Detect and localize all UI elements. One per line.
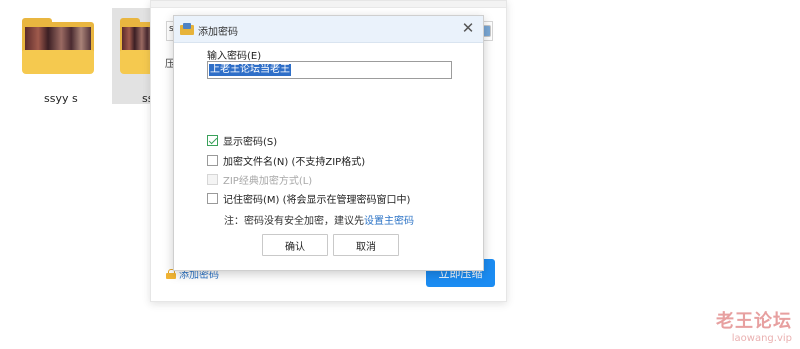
password-value: 上老王论坛当老王 [209, 64, 291, 76]
dialog-title: 添加密码 [198, 27, 238, 38]
checkbox-disabled-icon [207, 174, 218, 185]
show-password-checkbox[interactable]: 显示密码(S) [207, 133, 277, 148]
dialog-title-bar: 添加密码 ✕ [174, 16, 483, 43]
remember-password-checkbox[interactable]: 记住密码(M) (将会显示在管理密码窗口中) [207, 191, 410, 206]
show-password-label: 显示密码(S) [223, 137, 278, 148]
note-text: 注：密码没有安全加密，建议先 [224, 216, 364, 227]
zip-classic-checkbox: ZIP经典加密方式(L) [207, 172, 312, 187]
password-input[interactable]: 上老王论坛当老王 [207, 61, 452, 79]
window-top-bar [151, 1, 506, 8]
checkbox-icon [207, 155, 218, 166]
add-password-dialog: 添加密码 ✕ 输入密码(E) 上老王论坛当老王 显示密码(S) 加密文件名(N)… [173, 15, 484, 271]
watermark: 老王论坛 laowang.vip [716, 307, 792, 344]
archive-icon [180, 23, 194, 35]
encrypt-filenames-checkbox[interactable]: 加密文件名(N) (不支持ZIP格式) [207, 153, 365, 168]
encrypt-filenames-label: 加密文件名(N) (不支持ZIP格式) [223, 157, 366, 168]
set-master-password-link[interactable]: 设置主密码 [364, 216, 414, 227]
confirm-button[interactable]: 确认 [262, 234, 328, 256]
close-icon[interactable]: ✕ [459, 19, 477, 37]
checkbox-icon [207, 193, 218, 204]
folder-label: ssyy s [44, 92, 78, 105]
security-note: 注：密码没有安全加密，建议先设置主密码 [224, 212, 414, 227]
password-label: 输入密码(E) [207, 51, 262, 62]
checkbox-checked-icon [207, 135, 218, 146]
cancel-button[interactable]: 取消 [333, 234, 399, 256]
watermark-title: 老王论坛 [716, 311, 792, 332]
remember-password-label: 记住密码(M) (将会显示在管理密码窗口中) [223, 195, 411, 206]
zip-classic-label: ZIP经典加密方式(L) [223, 176, 313, 187]
watermark-url: laowang.vip [731, 333, 792, 344]
